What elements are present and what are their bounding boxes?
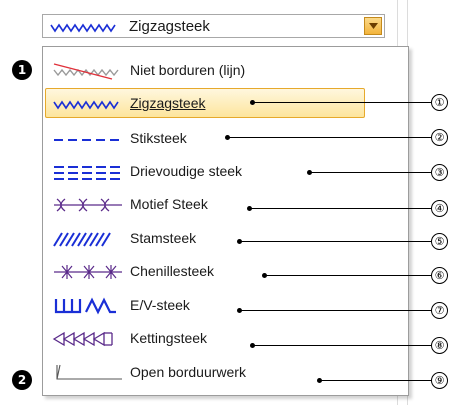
list-item-label: Zigzagsteek: [130, 95, 206, 111]
callout-leader-line: [265, 275, 431, 276]
list-item-label: Motief Steek: [130, 196, 208, 212]
zigzag-stitch-icon: [50, 23, 116, 33]
callout-leader-line: [320, 380, 431, 381]
callout-leader-line: [253, 345, 431, 346]
callout-leader-line: [240, 310, 431, 311]
stitch-type-dropdown-list: Niet borduren (lijn) Zigzagsteek Stikste…: [42, 46, 409, 396]
stem-stitch-icon: [53, 232, 111, 247]
ev-stitch-icon: [54, 297, 116, 315]
badge-2: 2: [12, 370, 32, 390]
list-item-label: Stiksteek: [130, 130, 187, 146]
chenille-stitch-icon: [54, 265, 122, 279]
list-item-chain-stitch[interactable]: Kettingsteek: [45, 323, 365, 353]
callout-leader-line: [310, 172, 431, 173]
list-item-label: Stamsteek: [130, 230, 197, 246]
list-item-running-stitch[interactable]: Stiksteek: [45, 123, 365, 153]
callout-leader-line: [228, 137, 431, 138]
callout-leader-line: [240, 241, 431, 242]
list-item-zigzag[interactable]: Zigzagsteek: [45, 88, 365, 118]
chain-stitch-icon: [52, 331, 113, 347]
callout-number-6: ⑥: [431, 267, 448, 284]
list-item-ev-stitch[interactable]: E/V-steek: [45, 290, 365, 320]
callout-number-1: ①: [431, 94, 448, 111]
stitch-type-combobox[interactable]: Zigzagsteek: [42, 14, 385, 38]
callout-number-4: ④: [431, 200, 448, 217]
callout-leader-line: [253, 102, 431, 103]
list-item-triple-stitch[interactable]: Drievoudige steek: [45, 156, 365, 186]
callout-leader-line: [250, 208, 431, 209]
motif-stitch-icon: [54, 198, 122, 212]
badge-1: 1: [12, 60, 32, 80]
list-item-label: Chenillesteek: [130, 263, 215, 279]
callout-number-2: ②: [431, 129, 448, 146]
callout-number-8: ⑧: [431, 337, 448, 354]
running-stitch-icon: [54, 139, 120, 141]
list-item-label: Open borduurwerk: [130, 364, 246, 380]
callout-number-7: ⑦: [431, 302, 448, 319]
list-item-chenille-stitch[interactable]: Chenillesteek: [45, 256, 365, 286]
list-item-no-embroidery[interactable]: Niet borduren (lijn): [45, 55, 365, 85]
callout-number-5: ⑤: [431, 233, 448, 250]
list-item-stem-stitch[interactable]: Stamsteek: [45, 223, 365, 253]
open-embroidery-icon: [56, 364, 122, 380]
dropdown-arrow-button[interactable]: [364, 17, 382, 35]
triple-stitch-icon: [54, 166, 122, 180]
callout-number-3: ③: [431, 164, 448, 181]
combobox-value: Zigzagsteek: [129, 18, 210, 35]
no-embroidery-icon: [53, 63, 119, 80]
list-item-label: E/V-steek: [130, 297, 190, 313]
list-item-motif-stitch[interactable]: Motief Steek: [45, 189, 365, 219]
list-item-label: Drievoudige steek: [130, 163, 243, 179]
list-item-label: Kettingsteek: [130, 330, 208, 346]
callout-number-9: ⑨: [431, 372, 448, 389]
chevron-down-icon: [369, 23, 378, 29]
list-item-label: Niet borduren (lijn): [130, 62, 246, 78]
zigzag-stitch-icon: [53, 100, 119, 110]
